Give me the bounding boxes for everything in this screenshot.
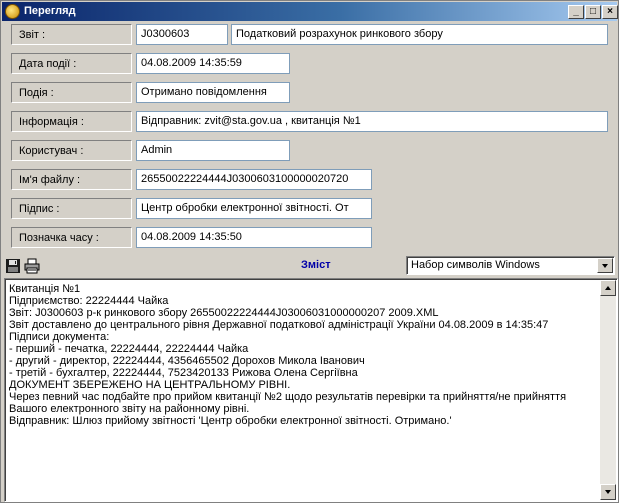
content-toolbar: Зміст Набор символів Windows [1, 254, 618, 277]
content-line: Відправник: Шлюз прийому звітності 'Цент… [9, 415, 452, 427]
signature-row: Підпис : Центр обробки електронної звітн… [1, 196, 618, 222]
content-line: Квитанція №1 [9, 283, 81, 295]
event-field[interactable]: Отримано повідомлення [136, 82, 290, 103]
charset-selected-value: Набор символів Windows [411, 259, 540, 271]
report-label: Звіт : [11, 24, 132, 45]
report-code-field[interactable]: J0300603 [136, 24, 228, 45]
content-line: Підприємство: 22224444 Чайка [9, 295, 169, 307]
content-line: Підписи документа: [9, 331, 110, 343]
info-row: Інформація : Відправник: zvit@sta.gov.ua… [1, 109, 618, 135]
title-bar[interactable]: Перегляд _ □ × [2, 2, 618, 21]
timestamp-row: Позначка часу : 04.08.2009 14:35:50 [1, 225, 618, 251]
content-text-area[interactable]: Квитанція №1 Підприємство: 22224444 Чайк… [4, 278, 618, 502]
content-line: ДОКУМЕНТ ЗБЕРЕЖЕНО НА ЦЕНТРАЛЬНОМУ РІВНІ… [9, 379, 291, 391]
app-icon [5, 4, 20, 19]
printer-icon[interactable] [23, 257, 40, 274]
chevron-down-icon[interactable] [597, 258, 613, 273]
maximize-button[interactable]: □ [585, 5, 601, 19]
event-row: Подія : Отримано повідомлення [1, 80, 618, 106]
event-date-row: Дата події : 04.08.2009 14:35:59 [1, 51, 618, 77]
event-date-label: Дата події : [11, 53, 132, 74]
signature-label: Підпис : [11, 198, 132, 219]
content-text: Квитанція №1 Підприємство: 22224444 Чайк… [9, 283, 597, 499]
filename-row: Ім'я файлу : 26550022224444J030060310000… [1, 167, 618, 193]
close-button[interactable]: × [602, 5, 618, 19]
filename-label: Ім'я файлу : [11, 169, 132, 190]
user-label: Користувач : [11, 140, 132, 161]
content-line: Звіт доставлено до центрального рівня Де… [9, 319, 549, 331]
content-title: Зміст [301, 259, 331, 271]
report-row: Звіт : J0300603 Податковий розрахунок ри… [1, 22, 618, 48]
filename-field[interactable]: 26550022224444J0300603100000020720 [136, 169, 372, 190]
timestamp-field[interactable]: 04.08.2009 14:35:50 [136, 227, 372, 248]
user-row: Користувач : Admin [1, 138, 618, 164]
content-line: - третій - бухгалтер, 22224444, 75234201… [9, 367, 358, 379]
content-line: Вашого електронного звіту на районному р… [9, 403, 250, 415]
save-icon[interactable] [4, 257, 21, 273]
timestamp-label: Позначка часу : [11, 227, 132, 248]
content-line: Через певний час подбайте про прийом кви… [9, 391, 567, 403]
scroll-up-icon[interactable] [600, 280, 616, 296]
event-date-field[interactable]: 04.08.2009 14:35:59 [136, 53, 290, 74]
content-line: - перший - печатка, 22224444, 22224444 Ч… [9, 343, 249, 355]
details-panel: Звіт : J0300603 Податковий розрахунок ри… [1, 22, 618, 254]
info-label: Інформація : [11, 111, 132, 132]
scroll-down-icon[interactable] [600, 484, 616, 500]
event-label: Подія : [11, 82, 132, 103]
user-field[interactable]: Admin [136, 140, 290, 161]
window-title: Перегляд [24, 5, 76, 17]
report-name-field[interactable]: Податковий розрахунок ринкового збору [231, 24, 608, 45]
signature-field[interactable]: Центр обробки електронної звітності. От [136, 198, 372, 219]
info-field[interactable]: Відправник: zvit@sta.gov.ua , квитанція … [136, 111, 608, 132]
minimize-button[interactable]: _ [568, 5, 584, 19]
content-line: Звіт: J0300603 р-к ринкового збору 26550… [9, 307, 439, 319]
charset-select[interactable]: Набор символів Windows [406, 256, 615, 275]
content-line: - другий - директор, 22224444, 435646550… [9, 355, 365, 367]
vertical-scrollbar[interactable] [600, 280, 616, 500]
view-window: Перегляд _ □ × Звіт : J0300603 Податкови… [0, 0, 619, 503]
